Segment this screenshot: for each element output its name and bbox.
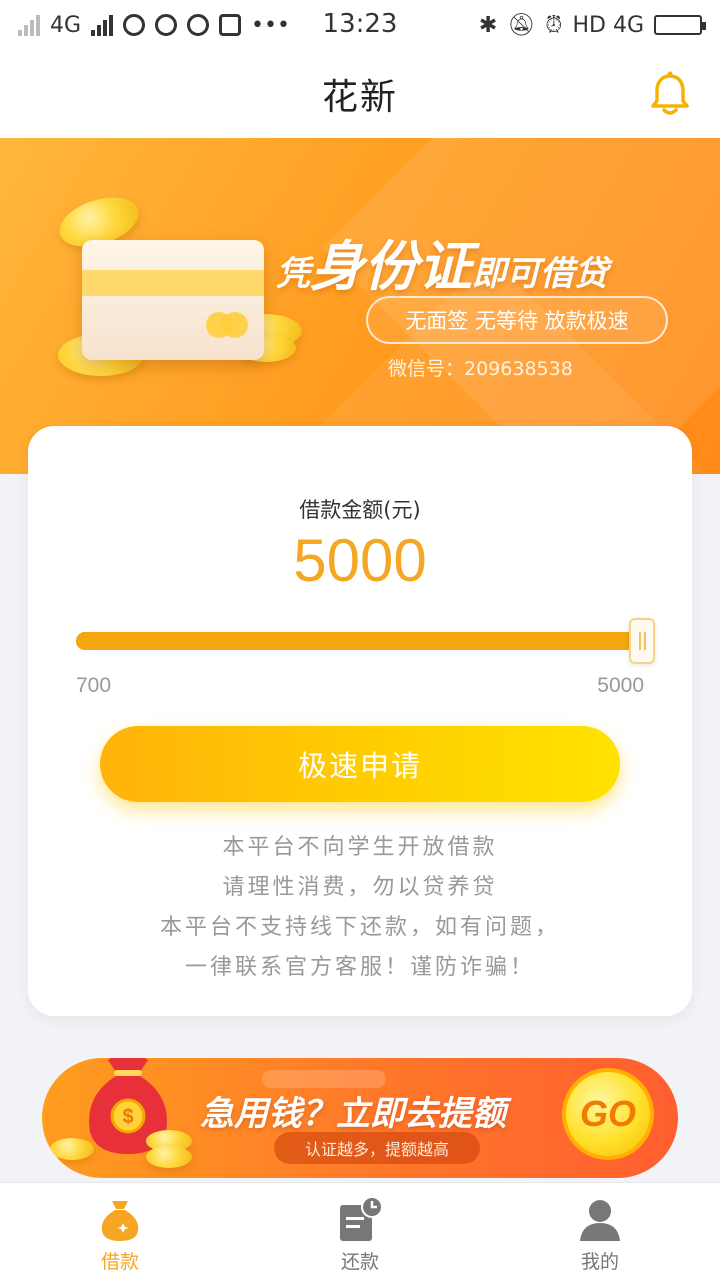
promo-title: 急用钱？立即去提额 <box>200 1094 506 1134</box>
go-button[interactable]: GO <box>562 1068 654 1160</box>
clock: 13:23 <box>322 9 398 39</box>
nav-label-repay: 还款 <box>340 1251 379 1273</box>
range-min: 700 <box>76 674 112 697</box>
banner-headline: 凭身份证即可借贷 <box>276 235 608 298</box>
range-max: 5000 <box>597 674 644 697</box>
nav-item-mine[interactable]: 我的 <box>480 1183 720 1280</box>
bank-card-illustration <box>82 240 264 360</box>
nav-label-loan: 借款 <box>100 1251 139 1273</box>
raise-limit-banner[interactable]: $ 急用钱？立即去提额 认证越多，提额越高 GO <box>42 1058 678 1178</box>
nav-item-repay[interactable]: 还款 <box>240 1183 480 1280</box>
notice-line: 一律联系官方客服！谨防诈骗！ <box>184 955 535 980</box>
svg-text:$: $ <box>122 1106 133 1128</box>
app-header: 花新 <box>0 50 720 138</box>
bell-icon[interactable] <box>648 70 692 116</box>
bottom-nav: 借款 还款 我的 <box>0 1182 720 1280</box>
notice-text: 本平台不向学生开放借款 请理性消费，勿以贷养贷 本平台不支持线下还款，如有问题，… <box>28 828 692 988</box>
slider-handle[interactable] <box>629 618 655 664</box>
notice-line: 本平台不支持线下还款，如有问题， <box>159 915 560 940</box>
amount-value: 5000 <box>293 527 427 594</box>
promo-banner[interactable]: 凭身份证即可借贷 无面签 无等待 放款极速 微信号：209638538 <box>0 138 720 474</box>
apply-button[interactable]: 极速申请 <box>100 726 620 802</box>
battery-icon <box>654 15 706 35</box>
nav-item-loan[interactable]: 借款 <box>0 1183 240 1280</box>
banner-features-pill: 无面签 无等待 放款极速 <box>366 296 668 344</box>
notice-line: 本平台不向学生开放借款 <box>222 835 498 860</box>
amount-slider[interactable] <box>76 632 642 650</box>
loan-card: 借款金额(元) 5000 700 5000 极速申请 本平台不向学生开放借款 请… <box>28 426 692 1016</box>
page-title: 花新 <box>321 77 398 118</box>
nav-label-mine: 我的 <box>580 1251 619 1273</box>
user-icon <box>580 1200 620 1241</box>
notice-line: 请理性消费，勿以贷养贷 <box>222 875 498 900</box>
status-bar: 4G ••• 13:23 ✱ 🔕︎ ⏰︎ HD 4G <box>0 0 720 50</box>
coin-icon <box>50 1138 94 1160</box>
slider-fill <box>76 632 642 650</box>
promo-subtitle: 认证越多，提额越高 <box>274 1132 480 1164</box>
wechat-id: 微信号：209638538 <box>388 358 573 380</box>
coin-icon <box>146 1146 192 1168</box>
bill-clock-icon <box>340 1196 383 1241</box>
amount-label: 借款金额(元) <box>299 498 421 522</box>
moneybag-icon <box>101 1201 139 1241</box>
